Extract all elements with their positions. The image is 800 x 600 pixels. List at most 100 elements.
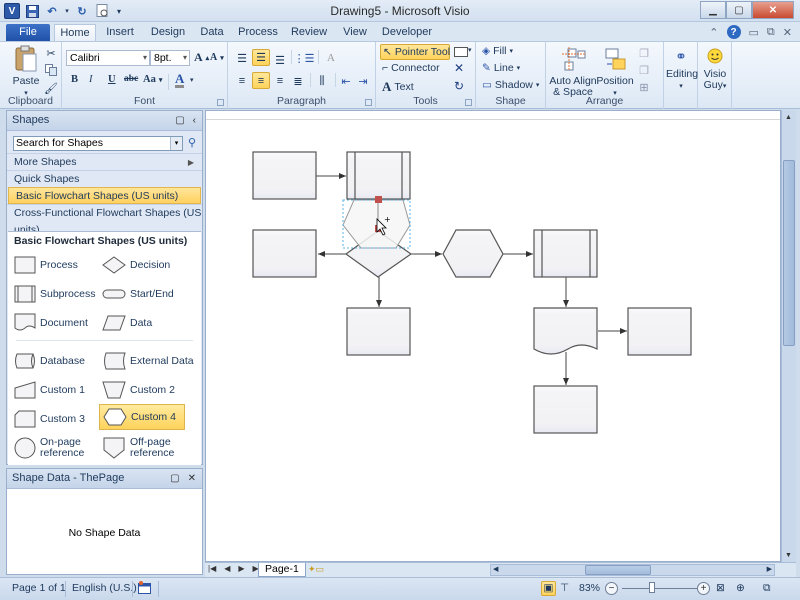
zoom-level[interactable]: 83%: [579, 582, 600, 594]
italic-button[interactable]: I: [89, 74, 93, 85]
tools-dialog-launcher[interactable]: [465, 99, 472, 106]
shrink-font-icon[interactable]: A ▾: [210, 52, 224, 63]
pan-zoom-icon[interactable]: ⊕: [736, 582, 745, 594]
format-painter-icon[interactable]: 🖌: [43, 80, 59, 96]
position-button[interactable]: Position ▾: [596, 44, 634, 99]
zoom-in-button[interactable]: +: [697, 582, 710, 595]
close-panel-icon[interactable]: ✕: [188, 469, 196, 488]
stencil-shape-custom-2[interactable]: Custom 2: [99, 377, 175, 403]
scroll-down-icon[interactable]: ▼: [785, 552, 792, 559]
align-center-icon[interactable]: ≡: [252, 72, 270, 89]
next-page-icon[interactable]: ▶: [238, 564, 244, 573]
grow-font-icon[interactable]: A ▴: [194, 50, 209, 65]
process-shape-3[interactable]: [346, 307, 411, 356]
page-number-status[interactable]: Page 1 of 1: [12, 582, 66, 594]
stencil-shape-document[interactable]: Document: [11, 310, 88, 336]
process-shape-1[interactable]: [252, 151, 317, 200]
stencil-shape-data[interactable]: Data: [99, 310, 152, 336]
stencil-shape-subprocess[interactable]: Subprocess: [11, 281, 95, 307]
font-color-button[interactable]: A: [175, 72, 185, 88]
visio-guy-button[interactable]: Visio Guy▾: [700, 45, 730, 92]
nav-basic-flowchart[interactable]: Basic Flowchart Shapes (US units): [8, 187, 201, 204]
bring-forward-icon[interactable]: ❐: [636, 45, 652, 61]
subprocess-shape-1[interactable]: [346, 151, 411, 200]
rotate-icon[interactable]: ↻: [454, 79, 464, 93]
rectangle-tool-dropdown-icon[interactable]: ▾: [468, 46, 472, 54]
text-block-icon[interactable]: A: [323, 50, 339, 66]
maximize-panel-icon[interactable]: ▢: [175, 111, 184, 130]
nav-quick-shapes[interactable]: Quick Shapes: [7, 170, 202, 187]
stencil-shape-custom-3[interactable]: Custom 3: [11, 406, 85, 432]
process-shape-5[interactable]: [533, 385, 598, 434]
stencil-shape-external-data[interactable]: External Data: [99, 348, 194, 374]
align-top-icon[interactable]: ☰: [234, 50, 250, 66]
copy-icon[interactable]: [43, 62, 59, 78]
collapse-panel-icon[interactable]: ‹: [193, 111, 196, 130]
paste-button[interactable]: Paste ▾: [8, 44, 44, 99]
line-button[interactable]: ✎ Line ▾: [482, 62, 520, 74]
rectangle-tool-icon[interactable]: [453, 44, 469, 60]
pointer-tool-button[interactable]: ↖ Pointer Tool: [380, 44, 450, 60]
page-tab-page-1[interactable]: Page-1: [258, 563, 306, 577]
dragged-hexagon-preview[interactable]: [342, 196, 411, 249]
align-left-icon[interactable]: ≡: [234, 73, 250, 89]
subprocess-shape-2[interactable]: [533, 229, 598, 278]
change-case-button[interactable]: Aa ▾: [143, 74, 162, 85]
drawing-canvas[interactable]: +: [205, 110, 781, 562]
tab-data[interactable]: Data: [196, 24, 228, 42]
fill-button[interactable]: ◈ Fill ▾: [482, 45, 513, 57]
bullets-icon[interactable]: ⋮☰: [294, 50, 315, 66]
stencil-shape-process[interactable]: Process: [11, 252, 78, 278]
document-shape[interactable]: [533, 307, 598, 355]
paragraph-dialog-launcher[interactable]: [365, 99, 372, 106]
connector-tool-button[interactable]: ⌐ Connector: [382, 62, 440, 74]
tab-design[interactable]: Design: [146, 24, 190, 42]
vertical-scroll-thumb[interactable]: [783, 160, 795, 346]
tab-process[interactable]: Process: [236, 24, 280, 42]
minimize-ribbon-icon[interactable]: ⌃: [709, 26, 718, 39]
search-icon[interactable]: ⚲: [188, 136, 196, 149]
underline-button[interactable]: U: [108, 74, 116, 85]
group-icon[interactable]: ⊞: [636, 79, 652, 95]
align-bottom-icon[interactable]: ☰: [272, 52, 288, 68]
auto-align-button[interactable]: Auto Align & Space: [548, 44, 598, 98]
minimize-button[interactable]: ▁: [700, 1, 726, 19]
increase-indent-icon[interactable]: ⇥: [355, 73, 371, 89]
stencil-shape-database[interactable]: Database: [11, 348, 85, 374]
tab-developer[interactable]: Developer: [380, 24, 434, 42]
search-shapes-input[interactable]: Search for Shapes ▾: [13, 136, 183, 151]
zoom-slider-thumb[interactable]: [649, 582, 655, 593]
decrease-indent-icon[interactable]: ⇤: [338, 73, 354, 89]
help-icon[interactable]: ?: [726, 25, 741, 39]
bold-button[interactable]: B: [71, 74, 78, 85]
stencil-shape-decision[interactable]: Decision: [99, 252, 170, 278]
language-status[interactable]: English (U.S.): [72, 582, 137, 594]
font-name-combo[interactable]: Calibri ▾: [66, 50, 150, 66]
zoom-slider[interactable]: [622, 588, 697, 589]
maximize-panel-icon[interactable]: ▢: [170, 469, 179, 488]
cut-icon[interactable]: ✂: [43, 45, 59, 61]
stencil-shape-on-page-reference[interactable]: On-page reference: [11, 435, 84, 461]
scroll-right-icon[interactable]: ▶: [767, 565, 772, 575]
stencil-shape-custom-4[interactable]: Custom 4: [99, 404, 185, 430]
nav-cross-functional[interactable]: Cross-Functional Flowchart Shapes (US un…: [7, 204, 202, 236]
maximize-button[interactable]: ▢: [726, 1, 752, 19]
font-color-dropdown-icon[interactable]: ▾: [190, 76, 194, 84]
font-dialog-launcher[interactable]: [217, 99, 224, 106]
stencil-shape-start-end[interactable]: Start/End: [99, 281, 174, 307]
normal-view-icon[interactable]: ▣: [541, 581, 556, 596]
zoom-out-button[interactable]: −: [605, 582, 618, 595]
doc-minimize-icon[interactable]: ▭: [749, 26, 759, 39]
switch-windows-icon[interactable]: ⧉: [763, 582, 771, 595]
vertical-scrollbar[interactable]: ▲ ▼: [781, 110, 796, 562]
scroll-left-icon[interactable]: ◀: [493, 565, 498, 575]
align-middle-icon[interactable]: ☰: [252, 49, 270, 66]
doc-restore-icon[interactable]: ⧉: [767, 26, 775, 39]
presentation-mode-icon[interactable]: ⊤: [560, 582, 569, 594]
justify-icon[interactable]: ≣: [290, 73, 306, 89]
nav-more-shapes[interactable]: More Shapes ▶: [7, 153, 202, 170]
tab-file[interactable]: File: [6, 24, 50, 42]
text-direction-icon[interactable]: ⫼: [314, 73, 330, 89]
strikethrough-button[interactable]: abc: [124, 74, 138, 84]
insert-page-icon[interactable]: ✦▭: [308, 564, 324, 575]
